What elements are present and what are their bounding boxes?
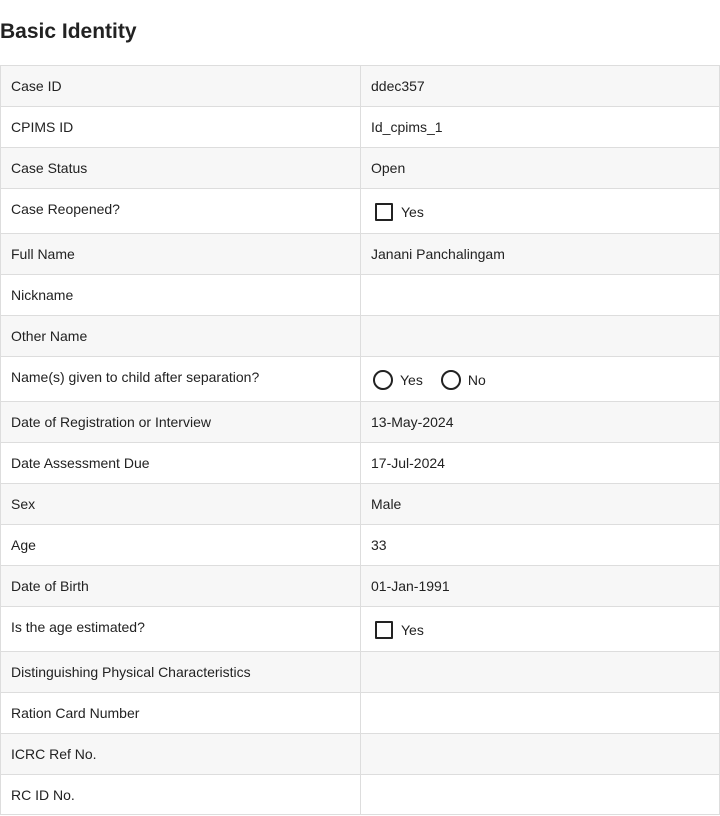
separation-no-option[interactable]: No: [439, 369, 486, 390]
row-assessment-due: Date Assessment Due 17-Jul-2024: [0, 442, 720, 483]
row-age: Age 33: [0, 524, 720, 565]
age-value: 33: [371, 537, 387, 553]
field-label: Sex: [1, 484, 361, 524]
option-label: No: [467, 371, 486, 388]
field-label: CPIMS ID: [1, 107, 361, 147]
row-rc-id: RC ID No.: [0, 774, 720, 815]
field-label: Case Reopened?: [1, 189, 361, 233]
row-other-name: Other Name: [0, 315, 720, 356]
separation-yes-radio[interactable]: [373, 369, 393, 390]
row-registration-date: Date of Registration or Interview 13-May…: [0, 401, 720, 442]
field-label: Is the age estimated?: [1, 607, 361, 651]
age-estimated-control: Yes: [361, 607, 719, 652]
field-label: Full Name: [1, 234, 361, 274]
row-full-name: Full Name Janani Panchalingam: [0, 233, 720, 274]
case-id-value: ddec357: [371, 78, 425, 94]
row-case-status: Case Status Open: [0, 147, 720, 188]
other-name-value: [361, 316, 719, 356]
rc-id-value: [361, 775, 719, 814]
name-after-separation-control: Yes No: [361, 357, 719, 402]
row-case-id: Case ID ddec357: [0, 65, 720, 106]
row-cpims-id: CPIMS ID Id_cpims_1: [0, 106, 720, 147]
case-reopened-control: Yes: [361, 189, 719, 234]
field-label: RC ID No.: [1, 775, 361, 814]
icrc-ref-value: [361, 734, 719, 774]
assessment-due-value: 17-Jul-2024: [371, 455, 445, 471]
option-label: Yes: [401, 203, 424, 220]
row-ration-card: Ration Card Number: [0, 692, 720, 733]
physical-characteristics-value: [361, 652, 719, 692]
separation-yes-option[interactable]: Yes: [371, 369, 423, 390]
option-label: Yes: [401, 621, 424, 638]
row-nickname: Nickname: [0, 274, 720, 315]
row-dob: Date of Birth 01-Jan-1991: [0, 565, 720, 606]
case-reopened-checkbox[interactable]: [375, 202, 393, 221]
field-label: Date of Registration or Interview: [1, 402, 361, 442]
field-label: Name(s) given to child after separation?: [1, 357, 361, 401]
field-label: Distinguishing Physical Characteristics: [1, 652, 361, 692]
field-label: Date of Birth: [1, 566, 361, 606]
field-label: Case Status: [1, 148, 361, 188]
row-age-estimated: Is the age estimated? Yes: [0, 606, 720, 651]
field-label: Case ID: [1, 66, 361, 106]
age-estimated-yes-option[interactable]: Yes: [371, 620, 424, 639]
row-case-reopened: Case Reopened? Yes: [0, 188, 720, 233]
ration-card-value: [361, 693, 719, 733]
case-reopened-yes-option[interactable]: Yes: [371, 202, 424, 221]
row-sex: Sex Male: [0, 483, 720, 524]
field-label: Ration Card Number: [1, 693, 361, 733]
sex-value: Male: [371, 496, 402, 512]
full-name-value: Janani Panchalingam: [371, 246, 505, 262]
section-title: Basic Identity: [0, 20, 137, 43]
field-label: ICRC Ref No.: [1, 734, 361, 774]
dob-value: 01-Jan-1991: [371, 578, 450, 594]
registration-date-value: 13-May-2024: [371, 414, 454, 430]
separation-no-radio[interactable]: [440, 369, 461, 390]
row-name-after-separation: Name(s) given to child after separation?…: [0, 356, 720, 401]
field-label: Nickname: [1, 275, 361, 315]
nickname-value: [361, 275, 719, 315]
row-physical-characteristics: Distinguishing Physical Characteristics: [0, 651, 720, 692]
field-label: Age: [1, 525, 361, 565]
field-label: Date Assessment Due: [1, 443, 361, 483]
field-label: Other Name: [1, 316, 361, 356]
age-estimated-checkbox[interactable]: [375, 620, 393, 639]
option-label: Yes: [400, 371, 423, 388]
basic-identity-table: Case ID ddec357 CPIMS ID Id_cpims_1 Case…: [0, 65, 720, 815]
case-status-value: Open: [371, 160, 406, 176]
cpims-id-value: Id_cpims_1: [371, 119, 443, 135]
row-icrc-ref: ICRC Ref No.: [0, 733, 720, 774]
